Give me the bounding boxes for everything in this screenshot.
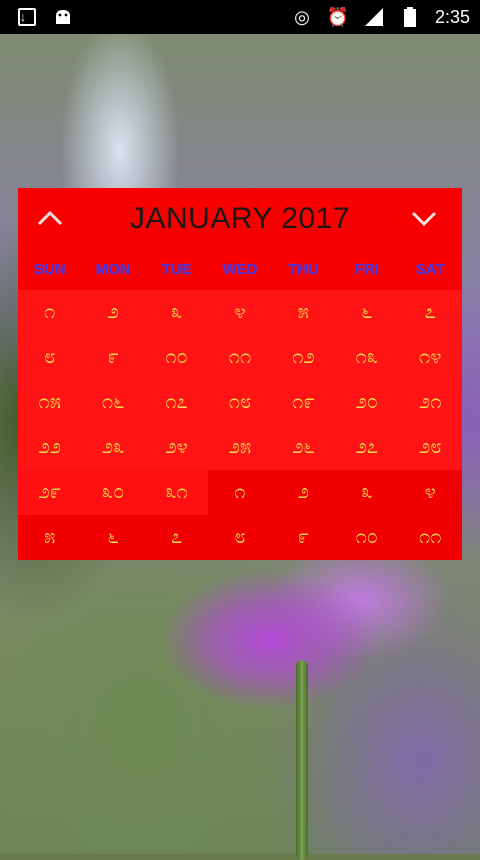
day-cell[interactable]: ೧೩ [335,335,399,380]
day-cell[interactable]: ೫ [271,290,336,335]
day-cell[interactable]: ೩ [335,470,399,515]
day-cell[interactable]: ೯ [81,335,145,380]
clock-time: 2:35 [434,6,470,27]
day-cell[interactable]: ೨೨ [18,425,82,470]
hotspot-icon: ◎ [294,6,310,27]
week-row: ೮ ೯ ೧೦ ೧೧ ೧೨ ೧೩ ೧೪ [18,335,462,380]
day-cell[interactable]: ೫ [18,515,82,560]
day-cell[interactable]: ೨ [271,470,336,515]
day-cell[interactable]: ೨೮ [398,425,462,470]
weekday-tue: TUE [161,261,192,278]
status-bar: ↓ ◎ ⏰ 2:35 [0,0,480,34]
weekday-row: SUN MON TUE WED THU FRI SAT [18,250,462,290]
day-cell[interactable]: ೬ [335,290,399,335]
day-cell[interactable]: ೯ [271,515,336,560]
week-row: ೫ ೬ ೭ ೮ ೯ ೧೦ ೧೧ [18,515,462,560]
day-cell[interactable]: ೩ [144,290,209,335]
day-cell[interactable]: ೭ [398,290,462,335]
day-cell[interactable]: ೩೧ [144,470,209,515]
day-cell[interactable]: ೧೧ [398,515,462,560]
day-cell[interactable]: ೨೩ [81,425,145,470]
day-cell[interactable]: ೪ [398,470,462,515]
day-cell[interactable]: ೪ [208,290,272,335]
day-cell[interactable]: ೧ [208,470,272,515]
download-icon: ↓ [16,6,38,28]
day-cell[interactable]: ೧೯ [271,380,336,425]
day-cell[interactable]: ೧ [18,290,82,335]
day-cell[interactable]: ೨ [81,290,145,335]
week-row: ೨೨ ೨೩ ೨೪ ೨೫ ೨೬ ೨೭ ೨೮ [18,425,462,470]
alarm-icon: ⏰ [326,6,350,27]
day-cell[interactable]: ೧೪ [398,335,462,380]
day-cell[interactable]: ೧೫ [18,380,82,425]
day-cell[interactable]: ೩೦ [81,470,145,515]
calendar-grid: ೧ ೨ ೩ ೪ ೫ ೬ ೭ ೮ ೯ ೧೦ ೧೧ ೧೨ ೧೩ ೧೪ ೧೫ ೧೬ ೧… [18,290,462,560]
day-cell[interactable]: ೨೬ [271,425,336,470]
month-title: JANUARY 2017 [129,202,350,235]
day-cell[interactable]: ೮ [208,515,272,560]
weekday-sat: SAT [415,261,445,278]
day-cell[interactable]: ೨೦ [335,380,399,425]
day-cell[interactable]: ೧೦ [335,515,399,560]
day-cell[interactable]: ೨೪ [144,425,209,470]
android-icon [52,6,74,28]
day-cell[interactable]: ೧೨ [271,335,336,380]
day-cell[interactable]: ೧೬ [81,380,145,425]
weekday-sun: SUN [33,261,66,278]
day-cell[interactable]: ೮ [18,335,82,380]
weekday-mon: MON [95,261,131,278]
day-cell[interactable]: ೧೮ [208,380,272,425]
weekday-wed: WED [222,261,258,278]
calendar-header: JANUARY 2017 [18,188,462,250]
day-cell[interactable]: ೨೧ [398,380,462,425]
calendar-widget: JANUARY 2017 SUN MON TUE WED THU FRI SAT… [18,188,462,560]
day-cell[interactable]: ೨೫ [208,425,272,470]
day-cell[interactable]: ೨೭ [335,425,399,470]
week-row: ೧ ೨ ೩ ೪ ೫ ೬ ೭ [18,290,462,335]
day-cell[interactable]: ೨೯ [18,470,82,515]
chevron-down-icon [411,211,437,227]
battery-icon [399,6,421,28]
day-cell[interactable]: ೭ [144,515,209,560]
day-cell[interactable]: ೧೧ [208,335,272,380]
weekday-fri: FRI [354,261,379,278]
week-row: ೧೫ ೧೬ ೧೭ ೧೮ ೧೯ ೨೦ ೨೧ [18,380,462,425]
weekday-thu: THU [287,261,319,278]
next-month-button[interactable] [404,204,444,234]
day-cell[interactable]: ೬ [81,515,145,560]
day-cell[interactable]: ೧೭ [144,380,209,425]
signal-icon [363,6,385,28]
day-cell[interactable]: ೧೦ [144,335,209,380]
week-row: ೨೯ ೩೦ ೩೧ ೧ ೨ ೩ ೪ [18,470,462,515]
flower-stem [296,660,308,860]
